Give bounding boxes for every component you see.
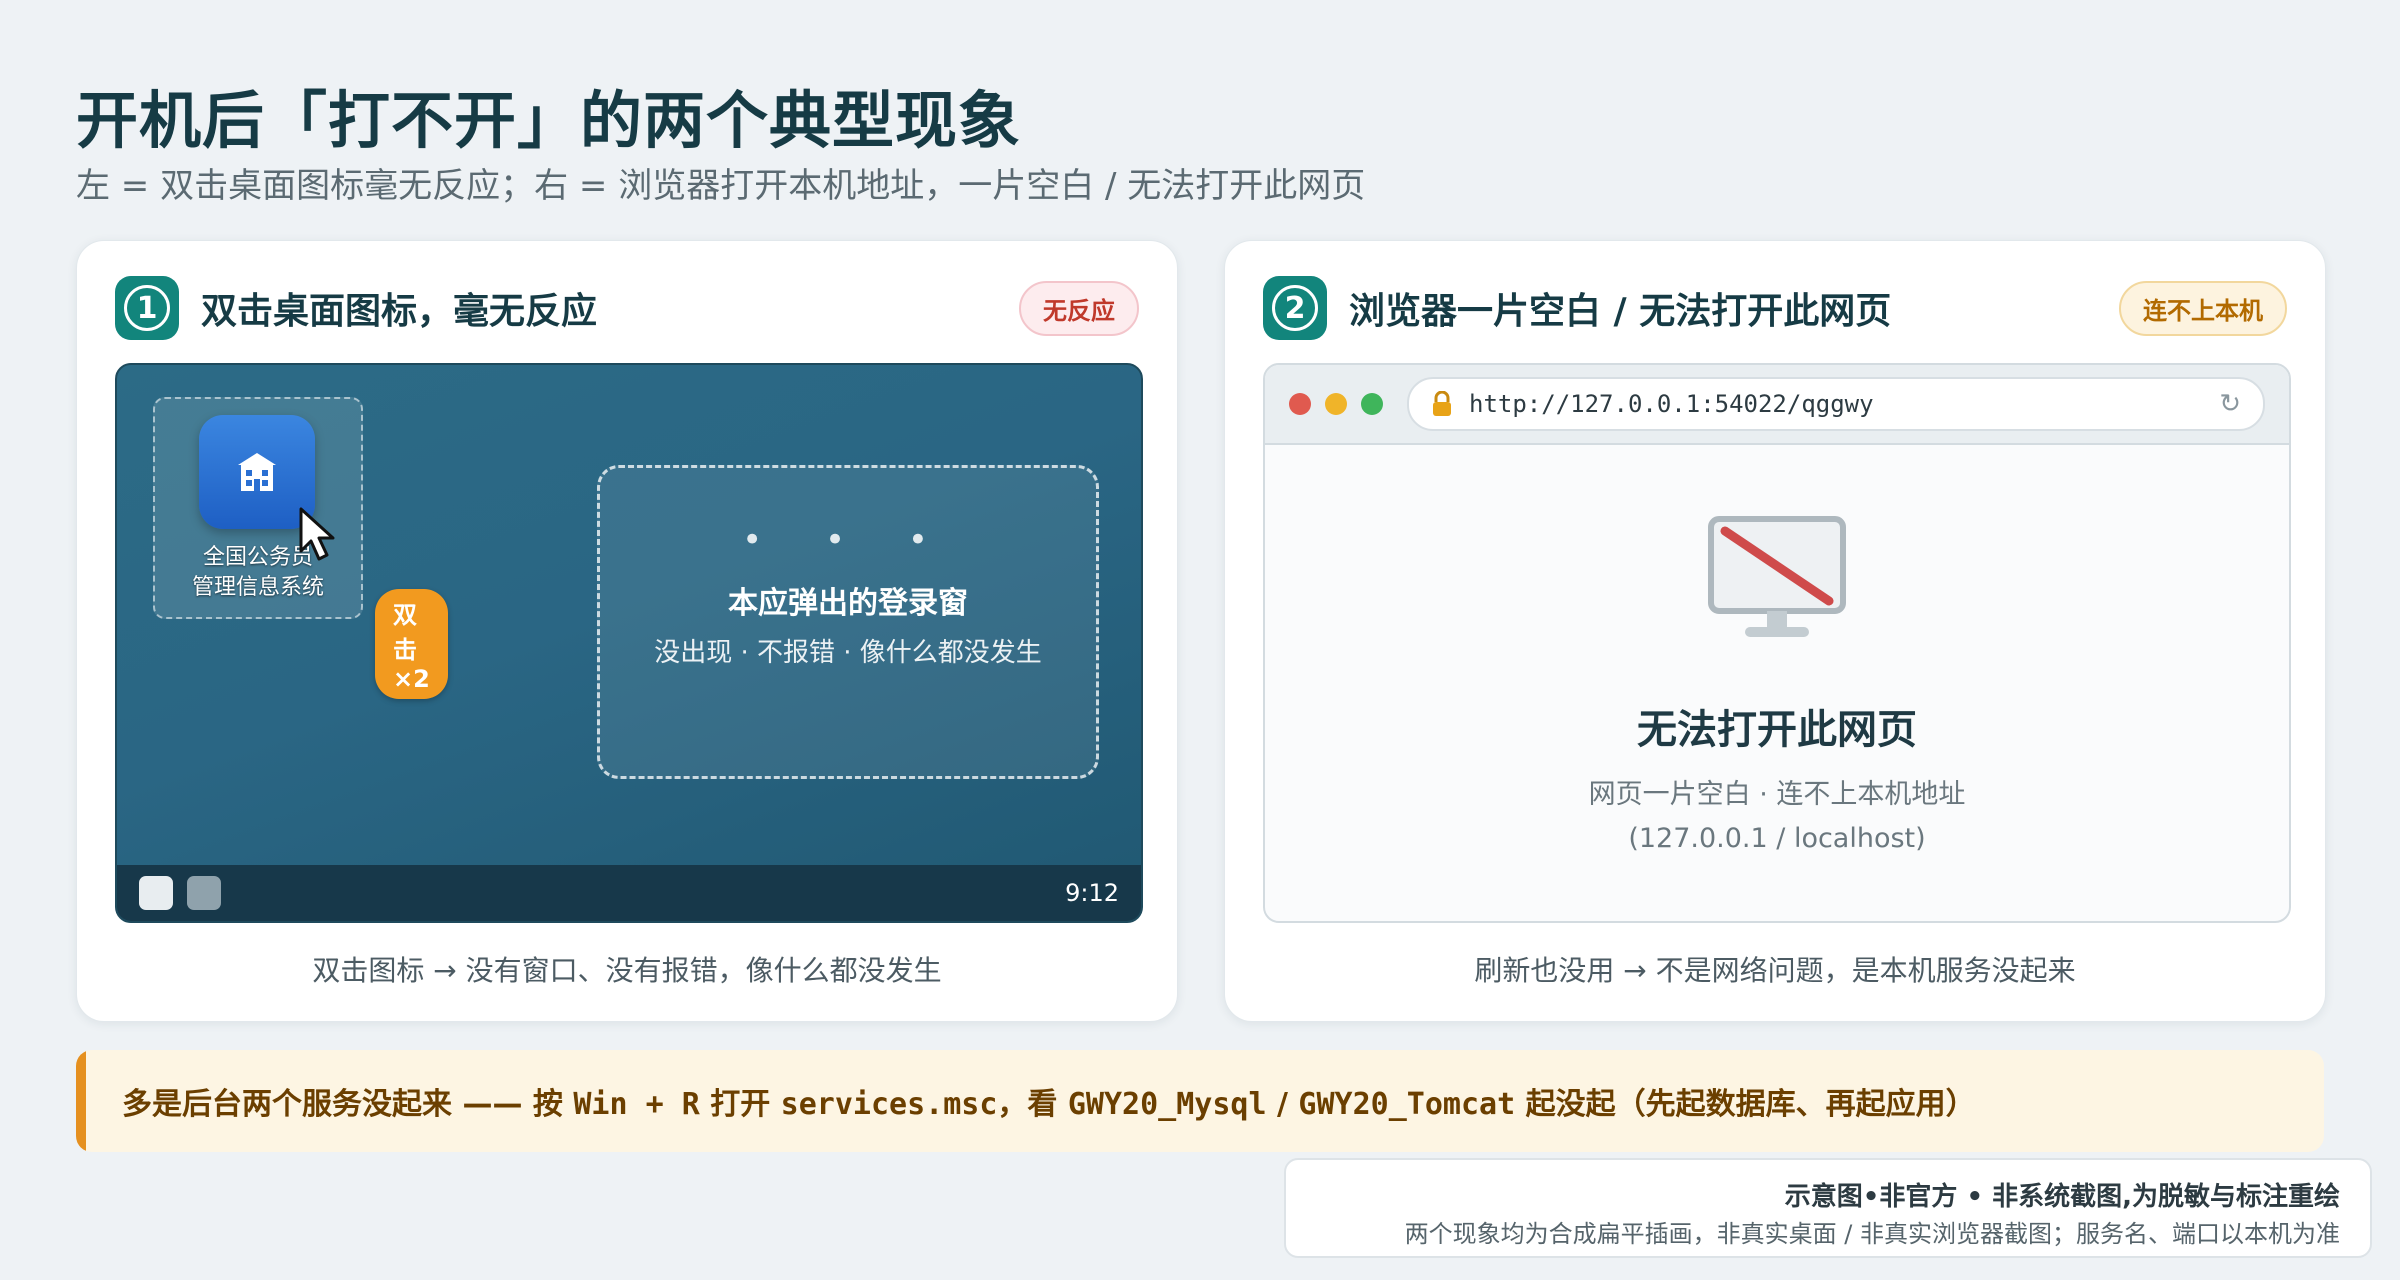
banner-key-mysql: GWY20_Mysql — [1067, 1087, 1267, 1122]
card-caption: 刷新也没用 → 不是网络问题，是本机服务没起来 — [1474, 954, 2076, 987]
reload-icon[interactable]: ↻ — [2219, 389, 2241, 419]
minimize-dot-icon[interactable] — [1325, 393, 1347, 415]
step-number-badge: 2 — [1263, 276, 1327, 340]
close-dot-icon[interactable] — [1289, 393, 1311, 415]
error-subtitle-line2: (127.0.0.1 / localhost) — [1628, 823, 1926, 854]
step-number: 1 — [124, 285, 170, 331]
banner-accent-stripe — [76, 1050, 86, 1152]
disclaimer-line2: 两个现象均为合成扁平插画，非真实桌面 / 非真实浏览器截图；服务名、端口以本机为… — [1404, 1220, 2340, 1248]
banner-key-services: services.msc — [780, 1087, 998, 1122]
status-badge: 连不上本机 — [2119, 280, 2287, 336]
browser-illustration: http://127.0.0.1:54022/qggwy ↻ 无法打开此网页 网… — [1263, 363, 2291, 923]
card-caption: 双击图标 → 没有窗口、没有报错，像什么都没发生 — [312, 954, 942, 987]
start-button-icon[interactable] — [139, 876, 173, 910]
card-title: 双击桌面图标，毫无反应 — [201, 291, 598, 332]
tip-banner: 多是后台两个服务没起来 —— 按 Win + R 打开 services.msc… — [76, 1050, 2324, 1152]
banner-part: 打开 — [699, 1087, 781, 1122]
double-click-badge: 双击 ×2 — [375, 589, 448, 699]
desktop-illustration: 全国公务员 管理信息系统 双击 ×2 • • • 本应弹出的登录窗 没出现 · … — [115, 363, 1143, 923]
banner-key-winr: Win + R — [573, 1087, 700, 1122]
icon-label-line2: 管理信息系统 — [191, 575, 324, 600]
banner-part: 多是后台两个服务没起来 —— 按 — [122, 1087, 574, 1122]
error-subtitle-line1: 网页一片空白 · 连不上本机地址 — [1588, 779, 1966, 810]
step-number: 2 — [1272, 285, 1318, 331]
banner-part: 起没起（先起数据库、再起应用） — [1515, 1087, 1976, 1122]
missing-login-window: • • • 本应弹出的登录窗 没出现 · 不报错 · 像什么都没发生 — [597, 465, 1099, 779]
page-subtitle: 左 = 双击桌面图标毫无反应；右 = 浏览器打开本机地址，一片空白 / 无法打开… — [76, 166, 1366, 206]
disclaimer-note: 示意图•非官方 • 非系统截图,为脱敏与标注重绘 两个现象均为合成扁平插画，非真… — [1284, 1158, 2372, 1258]
banner-part: ，看 — [997, 1087, 1068, 1122]
card-header: 1 双击桌面图标，毫无反应 无反应 — [115, 275, 1139, 341]
card-header: 2 浏览器一片空白 / 无法打开此网页 连不上本机 — [1263, 275, 2287, 341]
banner-text: 多是后台两个服务没起来 —— 按 Win + R 打开 services.msc… — [122, 1079, 1976, 1123]
mouse-cursor-icon — [299, 507, 335, 561]
lock-icon — [1433, 391, 1451, 416]
taskbar-app-icon[interactable] — [187, 876, 221, 910]
step-number-badge: 1 — [115, 276, 179, 340]
taskbar-clock: 9:12 — [1065, 879, 1119, 907]
maximize-dot-icon[interactable] — [1361, 393, 1383, 415]
address-bar[interactable]: http://127.0.0.1:54022/qggwy ↻ — [1407, 377, 2265, 431]
address-url: http://127.0.0.1:54022/qggwy — [1469, 390, 1874, 418]
loading-dots: • • • — [742, 520, 954, 560]
banner-part: / — [1266, 1087, 1299, 1122]
banner-key-tomcat: GWY20_Tomcat — [1298, 1087, 1516, 1122]
card-title: 浏览器一片空白 / 无法打开此网页 — [1349, 291, 1892, 332]
ghost-window-subtitle: 没出现 · 不报错 · 像什么都没发生 — [654, 638, 1042, 668]
card-blank-browser: 2 浏览器一片空白 / 无法打开此网页 连不上本机 http://127.0.0… — [1224, 240, 2326, 1022]
desktop-icon-selection: 全国公务员 管理信息系统 双击 ×2 — [153, 397, 448, 699]
monitor-error-icon — [1708, 516, 1846, 637]
browser-toolbar: http://127.0.0.1:54022/qggwy ↻ — [1265, 365, 2289, 445]
error-subtitle: 网页一片空白 · 连不上本机地址 (127.0.0.1 / localhost) — [1265, 773, 2289, 861]
taskbar: 9:12 — [117, 865, 1141, 921]
card-no-response: 1 双击桌面图标，毫无反应 无反应 全国公务员 管理信息系统 双击 ×2 • •… — [76, 240, 1178, 1022]
status-badge: 无反应 — [1019, 280, 1139, 336]
page-title: 开机后「打不开」的两个典型现象 — [76, 84, 1022, 157]
error-title: 无法打开此网页 — [1637, 707, 1917, 753]
disclaimer-line1: 示意图•非官方 • 非系统截图,为脱敏与标注重绘 — [1784, 1182, 2340, 1212]
ghost-window-title: 本应弹出的登录窗 — [728, 586, 968, 621]
